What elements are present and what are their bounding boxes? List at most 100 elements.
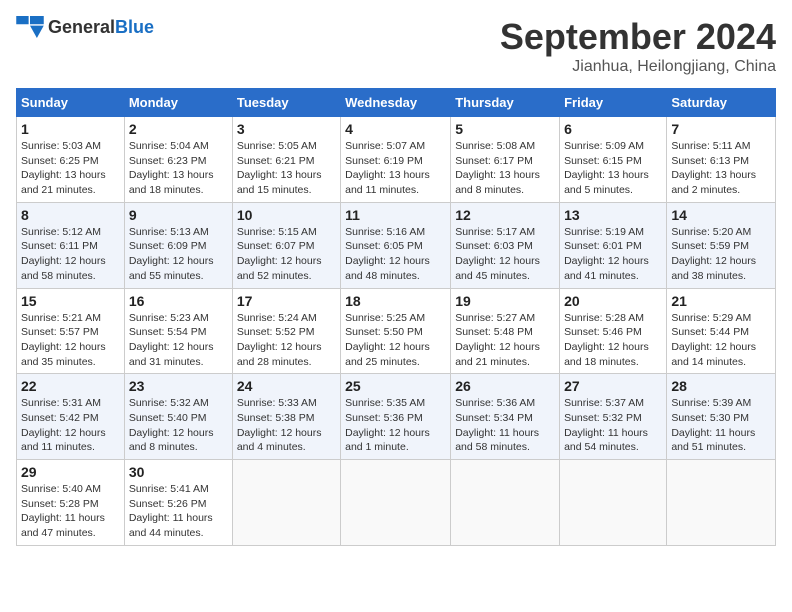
day-cell: 6Sunrise: 5:09 AMSunset: 6:15 PMDaylight…	[560, 117, 667, 203]
sunset: Sunset: 5:30 PM	[671, 412, 749, 424]
day-info: Sunrise: 5:36 AMSunset: 5:34 PMDaylight:…	[455, 396, 555, 455]
sunset: Sunset: 6:19 PM	[345, 155, 423, 167]
col-header-wednesday: Wednesday	[341, 89, 451, 117]
sunset: Sunset: 5:26 PM	[129, 498, 207, 510]
day-info: Sunrise: 5:05 AMSunset: 6:21 PMDaylight:…	[237, 139, 336, 198]
daylight: Daylight: 12 hours and 52 minutes.	[237, 255, 322, 282]
sunrise: Sunrise: 5:40 AM	[21, 483, 101, 495]
week-row-3: 15Sunrise: 5:21 AMSunset: 5:57 PMDayligh…	[17, 288, 776, 374]
day-number: 22	[21, 378, 120, 394]
day-cell: 19Sunrise: 5:27 AMSunset: 5:48 PMDayligh…	[451, 288, 560, 374]
day-number: 17	[237, 293, 336, 309]
sunset: Sunset: 6:25 PM	[21, 155, 99, 167]
day-number: 28	[671, 378, 771, 394]
daylight: Daylight: 13 hours and 5 minutes.	[564, 169, 649, 196]
daylight: Daylight: 13 hours and 21 minutes.	[21, 169, 106, 196]
sunset: Sunset: 5:28 PM	[21, 498, 99, 510]
day-number: 18	[345, 293, 446, 309]
day-cell: 15Sunrise: 5:21 AMSunset: 5:57 PMDayligh…	[17, 288, 125, 374]
day-number: 24	[237, 378, 336, 394]
day-cell	[667, 460, 776, 546]
day-cell: 21Sunrise: 5:29 AMSunset: 5:44 PMDayligh…	[667, 288, 776, 374]
day-info: Sunrise: 5:39 AMSunset: 5:30 PMDaylight:…	[671, 396, 771, 455]
sunset: Sunset: 6:11 PM	[21, 240, 98, 252]
day-number: 2	[129, 121, 228, 137]
sunset: Sunset: 6:03 PM	[455, 240, 533, 252]
sunrise: Sunrise: 5:08 AM	[455, 140, 535, 152]
day-cell: 13Sunrise: 5:19 AMSunset: 6:01 PMDayligh…	[560, 202, 667, 288]
sunrise: Sunrise: 5:24 AM	[237, 312, 317, 324]
col-header-saturday: Saturday	[667, 89, 776, 117]
sunset: Sunset: 5:54 PM	[129, 326, 207, 338]
day-cell: 11Sunrise: 5:16 AMSunset: 6:05 PMDayligh…	[341, 202, 451, 288]
daylight: Daylight: 12 hours and 58 minutes.	[21, 255, 106, 282]
sunrise: Sunrise: 5:32 AM	[129, 397, 209, 409]
day-info: Sunrise: 5:21 AMSunset: 5:57 PMDaylight:…	[21, 311, 120, 370]
sunset: Sunset: 5:34 PM	[455, 412, 533, 424]
daylight: Daylight: 12 hours and 18 minutes.	[564, 341, 649, 368]
day-info: Sunrise: 5:25 AM Sunset: 5:50 PM Daylight:…	[345, 311, 446, 370]
sunset: Sunset: 5:44 PM	[671, 326, 749, 338]
day-cell: 25Sunrise: 5:35 AMSunset: 5:36 PMDayligh…	[341, 374, 451, 460]
day-info: Sunrise: 5:31 AMSunset: 5:42 PMDaylight:…	[21, 396, 120, 455]
sunset: Sunset: 5:50 PM	[345, 326, 423, 338]
day-cell: 29Sunrise: 5:40 AMSunset: 5:28 PMDayligh…	[17, 460, 125, 546]
sunrise: Sunrise: 5:11 AM	[671, 140, 750, 152]
sunset: Sunset: 5:42 PM	[21, 412, 99, 424]
daylight: Daylight: 12 hours and 8 minutes.	[129, 427, 214, 454]
day-cell: 30Sunrise: 5:41 AMSunset: 5:26 PMDayligh…	[124, 460, 232, 546]
daylight: Daylight: 12 hours and 38 minutes.	[671, 255, 756, 282]
day-info: Sunrise: 5:08 AMSunset: 6:17 PMDaylight:…	[455, 139, 555, 198]
day-number: 12	[455, 207, 555, 223]
sunset: Sunset: 5:59 PM	[671, 240, 749, 252]
sunrise: Sunrise: 5:33 AM	[237, 397, 317, 409]
day-number: 13	[564, 207, 662, 223]
daylight: Daylight: 13 hours and 11 minutes.	[345, 169, 430, 196]
day-cell: 22 Sunrise: 5:31 AMSunset: 5:42 PMDayligh…	[17, 374, 125, 460]
day-info: Sunrise: 5:29 AMSunset: 5:44 PMDaylight:…	[671, 311, 771, 370]
sunset: Sunset: 6:21 PM	[237, 155, 315, 167]
sunrise: Sunrise: 5:09 AM	[564, 140, 644, 152]
day-number: 23	[129, 378, 228, 394]
day-cell: 8Sunrise: 5:12 AMSunset: 6:11 PMDaylight…	[17, 202, 125, 288]
day-number: 14	[671, 207, 771, 223]
day-cell: 18 Sunrise: 5:25 AM Sunset: 5:50 PM Dayligh…	[341, 288, 451, 374]
day-cell: 24Sunrise: 5:33 AMSunset: 5:38 PMDayligh…	[232, 374, 340, 460]
day-number: 27	[564, 378, 662, 394]
day-number: 10	[237, 207, 336, 223]
day-cell	[341, 460, 451, 546]
daylight: Daylight: 13 hours and 15 minutes.	[237, 169, 322, 196]
sunrise: Sunrise: 5:21 AM	[21, 312, 101, 324]
day-number: 1	[21, 121, 120, 137]
day-info: Sunrise: 5:40 AM Sunset: 5:28 PM Daylight:…	[21, 482, 120, 541]
sunrise: Sunrise: 5:25 AM	[345, 312, 425, 324]
sunset: Sunset: 6:07 PM	[237, 240, 315, 252]
day-cell: 27Sunrise: 5:37 AMSunset: 5:32 PMDayligh…	[560, 374, 667, 460]
day-number: 9	[129, 207, 228, 223]
day-cell: 1Sunrise: 5:03 AMSunset: 6:25 PMDaylight…	[17, 117, 125, 203]
sunset: Sunset: 5:57 PM	[21, 326, 99, 338]
sunrise: Sunrise: 5:19 AM	[564, 226, 644, 238]
sunset: Sunset: 5:32 PM	[564, 412, 642, 424]
daylight: Daylight: 13 hours and 18 minutes.	[129, 169, 214, 196]
day-info: Sunrise: 5:20 AM Sunset: 5:59 PM Daylight:…	[671, 225, 771, 284]
daylight: Daylight: 12 hours and 25 minutes.	[345, 341, 430, 368]
day-number: 6	[564, 121, 662, 137]
day-info: Sunrise: 5:41 AMSunset: 5:26 PMDaylight:…	[129, 482, 228, 541]
day-info: Sunrise: 5:13 AMSunset: 6:09 PMDaylight:…	[129, 225, 228, 284]
logo-name: GeneralBlue	[48, 17, 154, 38]
sunrise: Sunrise: 5:29 AM	[671, 312, 751, 324]
day-cell: 23Sunrise: 5:32 AMSunset: 5:40 PMDayligh…	[124, 374, 232, 460]
day-cell: 26Sunrise: 5:36 AMSunset: 5:34 PMDayligh…	[451, 374, 560, 460]
sunset: Sunset: 6:13 PM	[671, 155, 749, 167]
col-header-thursday: Thursday	[451, 89, 560, 117]
sunrise: Sunrise: 5:20 AM	[671, 226, 751, 238]
title-area: September 2024 Jianhua, Heilongjiang, Ch…	[500, 16, 776, 76]
day-info: Sunrise: 5:04 AMSunset: 6:23 PMDaylight:…	[129, 139, 228, 198]
sunset: Sunset: 5:46 PM	[564, 326, 642, 338]
daylight: Daylight: 12 hours and 21 minutes.	[455, 341, 540, 368]
day-cell: 10Sunrise: 5:15 AMSunset: 6:07 PMDayligh…	[232, 202, 340, 288]
location-title: Jianhua, Heilongjiang, China	[500, 58, 776, 76]
daylight: Daylight: 11 hours and 47 minutes.	[21, 512, 105, 539]
day-info: Sunrise: 5:27 AMSunset: 5:48 PMDaylight:…	[455, 311, 555, 370]
